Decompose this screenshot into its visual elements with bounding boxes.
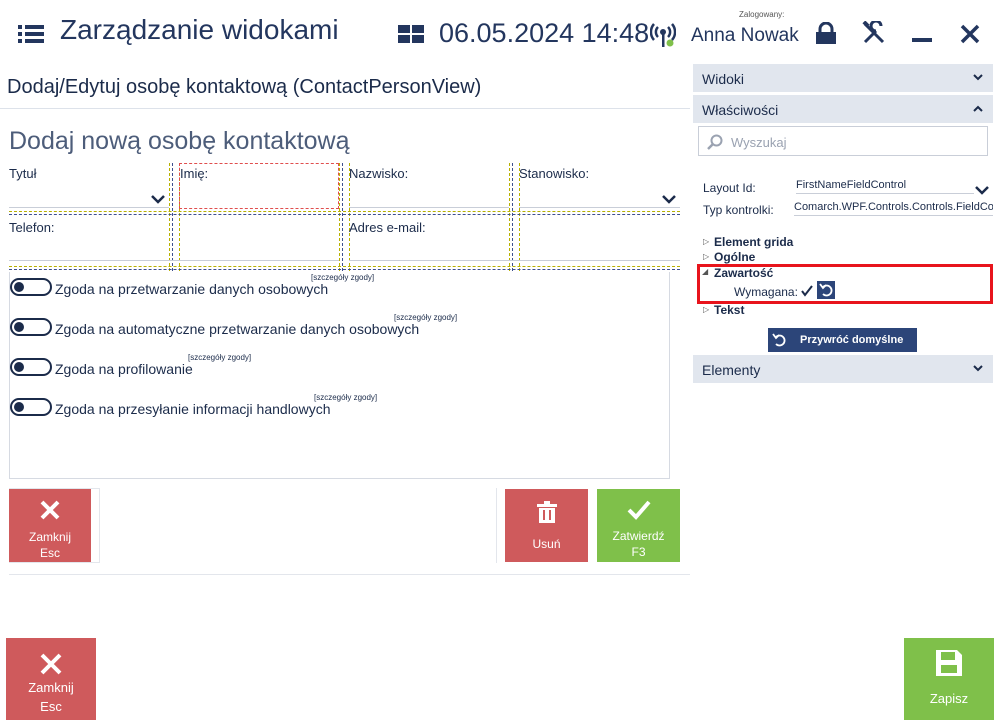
confirm-button[interactable]: Zatwierdź F3 xyxy=(597,489,680,562)
consent-toggle[interactable] xyxy=(10,318,52,336)
restore-defaults-label: Przywróć domyślne xyxy=(800,334,904,346)
field-underline xyxy=(9,260,339,261)
close-shortcut: Esc xyxy=(40,699,62,714)
search-placeholder: Wyszukaj xyxy=(731,135,787,150)
tree-item-text[interactable]: Tekst xyxy=(714,303,744,317)
grid-guide xyxy=(9,266,680,267)
grid-guide xyxy=(342,163,343,271)
chevron-down-icon xyxy=(973,360,983,375)
expand-arrow-icon[interactable]: ▷ xyxy=(703,252,709,261)
minimize-icon[interactable] xyxy=(912,38,932,42)
position-dropdown[interactable] xyxy=(519,185,680,207)
consent-details-link[interactable]: [szczegóły zgody] xyxy=(311,273,374,282)
chevron-down-icon[interactable] xyxy=(975,182,989,200)
close-icon[interactable] xyxy=(960,24,980,44)
tree-item-general[interactable]: Ogólne xyxy=(714,250,755,264)
consent-row: Zgoda na przetwarzanie danych osobowych … xyxy=(10,273,390,298)
checkmark-icon xyxy=(597,500,680,524)
divider xyxy=(0,108,690,109)
tree-item-grid-element[interactable]: Element grida xyxy=(714,235,793,249)
grid-guide xyxy=(9,269,680,270)
trash-icon xyxy=(505,501,588,527)
properties-label: Właściwości xyxy=(702,102,779,118)
search-icon xyxy=(707,134,723,155)
consent-row: Zgoda na profilowanie [szczegóły zgody] xyxy=(10,353,270,378)
views-section-header[interactable]: Widoki xyxy=(693,64,993,92)
properties-section-header[interactable]: Właściwości xyxy=(693,95,993,123)
last-name-label: Nazwisko: xyxy=(349,166,409,181)
menu-icon[interactable] xyxy=(18,24,44,44)
control-type-field[interactable]: Comarch.WPF.Controls.Controls.FieldContr… xyxy=(794,201,993,216)
consent-label: Zgoda na przetwarzanie danych osobowych xyxy=(55,281,329,297)
grid-guide xyxy=(9,211,680,212)
save-label: Zapisz xyxy=(929,691,969,706)
layout-id-field[interactable]: FirstNameFieldControl xyxy=(796,179,974,194)
logged-in-label: Zalogowany: xyxy=(739,10,785,19)
views-label: Widoki xyxy=(702,71,745,87)
field-underline xyxy=(349,260,680,261)
date-time: 06.05.2024 14:48 xyxy=(439,18,650,48)
form-close-shortcut: Esc xyxy=(39,546,60,560)
consent-toggle[interactable] xyxy=(10,358,52,376)
title-label: Tytuł xyxy=(9,166,37,181)
consent-toggle[interactable] xyxy=(10,278,52,296)
search-input[interactable]: Wyszukaj xyxy=(698,126,988,156)
email-label: Adres e-mail: xyxy=(349,220,426,235)
app-title: Zarządzanie widokami xyxy=(60,14,339,45)
expand-arrow-icon[interactable]: ▷ xyxy=(703,305,709,314)
expand-arrow-icon[interactable]: ▷ xyxy=(703,237,709,246)
undo-icon xyxy=(770,331,788,354)
close-icon xyxy=(6,652,96,680)
close-icon xyxy=(9,499,91,525)
position-label: Stanowisko: xyxy=(519,166,590,181)
email-input[interactable] xyxy=(349,238,680,260)
field-underline xyxy=(9,207,169,208)
form-heading: Dodaj nową osobę kontaktową xyxy=(9,127,350,155)
elements-label: Elementy xyxy=(702,362,761,378)
grid-guide xyxy=(339,163,340,271)
divider xyxy=(9,574,690,575)
field-underline xyxy=(519,207,680,208)
layout-id-label: Layout Id: xyxy=(703,181,756,195)
close-label: Zamknij xyxy=(28,680,74,695)
connection-antenna-icon[interactable] xyxy=(649,20,677,48)
delete-label: Usuń xyxy=(532,537,561,551)
title-dropdown[interactable] xyxy=(9,185,169,207)
field-underline xyxy=(349,207,509,208)
chevron-up-icon xyxy=(973,100,983,115)
first-name-label: Imię: xyxy=(180,166,209,181)
consent-details-link[interactable]: [szczegóły zgody] xyxy=(188,353,251,362)
delete-button[interactable]: Usuń xyxy=(505,489,588,562)
save-icon xyxy=(904,650,994,680)
consent-details-link[interactable]: [szczegóły zgody] xyxy=(394,313,457,322)
close-button[interactable]: Zamknij Esc xyxy=(6,638,96,720)
phone-input[interactable] xyxy=(9,238,339,260)
control-type-label: Typ kontrolki: xyxy=(703,203,774,217)
phone-label: Telefon: xyxy=(9,220,55,235)
save-button[interactable]: Zapisz xyxy=(904,638,994,720)
selection-highlight xyxy=(697,264,993,304)
restore-defaults-button[interactable]: Przywróć domyślne xyxy=(768,328,917,352)
last-name-input[interactable] xyxy=(349,185,509,207)
windows-layout-icon[interactable] xyxy=(398,25,424,43)
grid-guide xyxy=(9,214,680,215)
user-name[interactable]: Anna Nowak xyxy=(691,25,799,47)
elements-section-header[interactable]: Elementy xyxy=(693,355,993,383)
form-close-label: Zamknij xyxy=(28,530,71,544)
form-close-button[interactable]: Zamknij Esc xyxy=(9,489,91,562)
tools-icon[interactable] xyxy=(862,19,886,45)
consent-row: Zgoda na przesyłanie informacji handlowy… xyxy=(10,393,400,418)
consent-label: Zgoda na automatyczne przetwarzanie dany… xyxy=(55,321,420,337)
confirm-label: Zatwierdź xyxy=(612,529,665,543)
chevron-down-icon xyxy=(973,69,983,84)
consent-toggle[interactable] xyxy=(10,398,52,416)
lock-icon[interactable] xyxy=(815,21,837,44)
confirm-shortcut: F3 xyxy=(631,545,646,559)
consent-details-link[interactable]: [szczegóły zgody] xyxy=(314,393,377,402)
view-title: Dodaj/Edytuj osobę kontaktową (ContactPe… xyxy=(7,76,482,98)
consent-row: Zgoda na automatyczne przetwarzanie dany… xyxy=(10,313,480,338)
consent-label: Zgoda na przesyłanie informacji handlowy… xyxy=(55,401,331,417)
consent-label: Zgoda na profilowanie xyxy=(55,361,193,377)
